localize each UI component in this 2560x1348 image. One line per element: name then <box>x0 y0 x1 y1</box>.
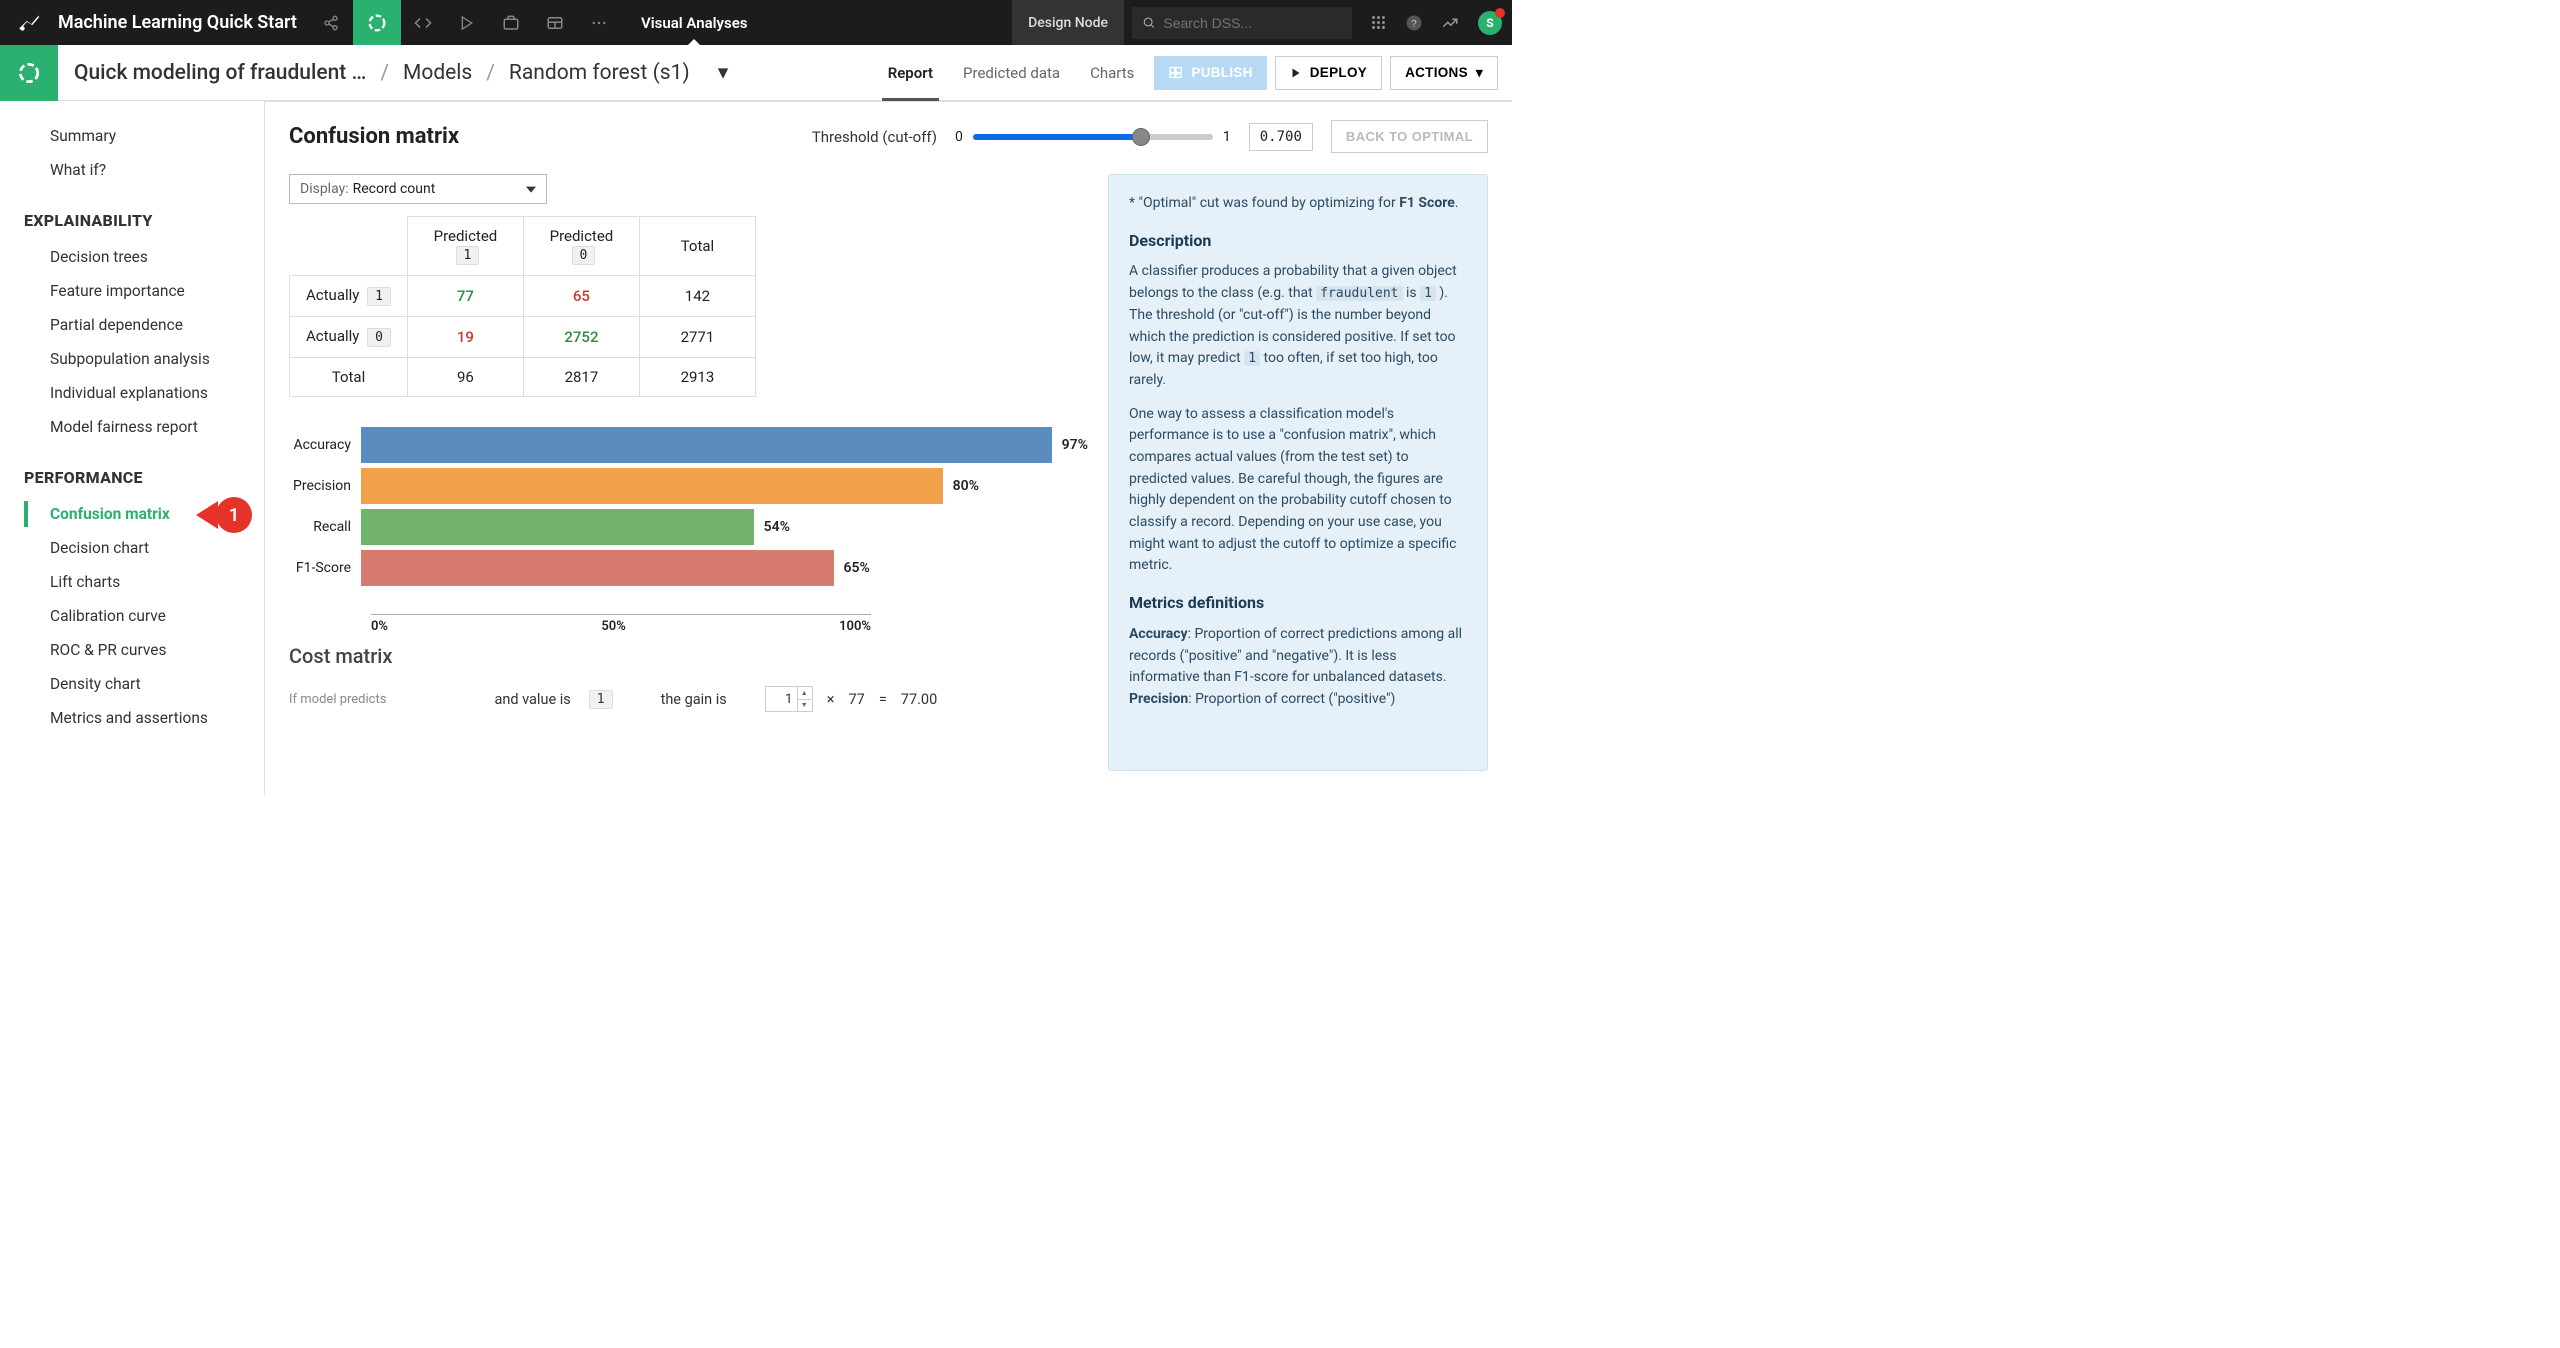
sidenav-individual-explanations[interactable]: Individual explanations <box>0 376 264 410</box>
bar-fill <box>361 427 1052 463</box>
briefcase-icon[interactable] <box>489 0 533 45</box>
bar-pct: 65% <box>844 560 870 576</box>
spinner-up-icon[interactable]: ▲ <box>798 687 811 700</box>
sidenav-summary[interactable]: Summary <box>0 119 264 153</box>
sidenav-metrics-assertions[interactable]: Metrics and assertions <box>0 701 264 735</box>
sidenav-partial-dependence[interactable]: Partial dependence <box>0 308 264 342</box>
cost-matrix-row: If model predicts and value is 1 the gai… <box>289 686 1088 712</box>
deploy-button[interactable]: DEPLOY <box>1275 56 1382 90</box>
bar-pct: 80% <box>953 478 979 494</box>
sidenav-calibration-curve[interactable]: Calibration curve <box>0 599 264 633</box>
info-panel: * "Optimal" cut was found by optimizing … <box>1108 174 1488 771</box>
play-icon[interactable] <box>445 0 489 45</box>
display-select[interactable]: Display: Record count <box>289 174 547 204</box>
share-icon[interactable] <box>309 0 353 45</box>
design-node-chip[interactable]: Design Node <box>1012 0 1124 45</box>
cm-cell: 142 <box>639 276 755 317</box>
trend-icon[interactable] <box>1432 0 1468 45</box>
slider-thumb[interactable] <box>1132 128 1150 146</box>
cm-cell: 2817 <box>523 358 639 397</box>
more-icon[interactable] <box>577 0 621 45</box>
cm-cell: 65 <box>523 276 639 317</box>
row-actually-1: Actually 1 <box>290 276 408 317</box>
threshold-min: 0 <box>955 129 963 145</box>
bar-label: Accuracy <box>289 437 361 453</box>
gain-input[interactable]: 1▲▼ <box>765 686 813 712</box>
threshold-label: Threshold (cut-off) <box>812 128 937 146</box>
sidenav-decision-chart[interactable]: Decision chart <box>0 531 264 565</box>
bar-fill <box>361 550 834 586</box>
sidenav-lift-charts[interactable]: Lift charts <box>0 565 264 599</box>
info-description-h: Description <box>1129 229 1467 254</box>
avatar[interactable]: S <box>1478 11 1502 35</box>
search-icon <box>1142 15 1155 30</box>
chevron-down-icon[interactable]: ▾ <box>718 60 729 85</box>
search-box[interactable] <box>1132 7 1352 39</box>
publish-button[interactable]: PUBLISH <box>1154 56 1266 90</box>
flow-icon[interactable] <box>353 0 401 45</box>
search-input[interactable] <box>1163 15 1342 31</box>
svg-text:?: ? <box>1411 18 1417 29</box>
sidenav-density-chart[interactable]: Density chart <box>0 667 264 701</box>
tab-visual-analyses[interactable]: Visual Analyses <box>621 0 768 45</box>
spinner-down-icon[interactable]: ▼ <box>798 700 811 712</box>
sidenav-section-explainability: EXPLAINABILITY <box>0 187 264 240</box>
subnav-report[interactable]: Report <box>888 46 933 100</box>
row-actually-0: Actually 0 <box>290 317 408 358</box>
crumb-model[interactable]: Random forest (s1) <box>509 61 690 85</box>
sidenav-section-performance: PERFORMANCE <box>0 444 264 497</box>
cm-cell: 2752 <box>523 317 639 358</box>
dashboard-icon[interactable] <box>533 0 577 45</box>
info-metrics-h: Metrics definitions <box>1129 591 1467 616</box>
col-predicted-0: Predicted0 <box>523 217 639 276</box>
display-value: Record count <box>353 181 436 197</box>
sidenav-confusion-matrix[interactable]: Confusion matrix <box>0 497 264 531</box>
bar-pct: 97% <box>1062 437 1088 453</box>
subnav-predicted-data[interactable]: Predicted data <box>963 46 1060 100</box>
project-title: Machine Learning Quick Start <box>58 12 309 33</box>
breadcrumb: Quick modeling of fraudulent … / Models … <box>58 60 728 85</box>
cm-cell: 96 <box>407 358 523 397</box>
sidenav-model-fairness[interactable]: Model fairness report <box>0 410 264 444</box>
back-to-optimal-button[interactable]: BACK TO OPTIMAL <box>1331 120 1488 153</box>
sidenav-feature-importance[interactable]: Feature importance <box>0 274 264 308</box>
code-icon[interactable] <box>401 0 445 45</box>
bar-label: Recall <box>289 519 361 535</box>
bar-label: F1-Score <box>289 560 361 576</box>
cm-cell: 77 <box>407 276 523 317</box>
col-predicted-1: Predicted1 <box>407 217 523 276</box>
bar-pct: 54% <box>764 519 790 535</box>
bar-fill <box>361 468 943 504</box>
metrics-bar-chart: Accuracy 97% Precision 80% Recall 54% F1-Score… <box>289 427 1088 586</box>
apps-icon[interactable] <box>1360 0 1396 45</box>
threshold-max: 1 <box>1223 129 1231 145</box>
help-icon[interactable]: ? <box>1396 0 1432 45</box>
analysis-icon[interactable] <box>0 45 58 101</box>
sidenav-subpopulation[interactable]: Subpopulation analysis <box>0 342 264 376</box>
confusion-matrix-table: Predicted1 Predicted0 Total Actually 1 7… <box>289 216 756 397</box>
cost-matrix-title: Cost matrix <box>289 644 1088 668</box>
cm-cell: 2771 <box>639 317 755 358</box>
threshold-slider[interactable] <box>973 134 1213 140</box>
sidenav-roc-pr[interactable]: ROC & PR curves <box>0 633 264 667</box>
crumb-models[interactable]: Models <box>403 61 472 85</box>
page-title: Confusion matrix <box>289 124 459 149</box>
play-icon <box>1290 67 1302 79</box>
bar-label: Precision <box>289 478 361 494</box>
row-total: Total <box>290 358 408 397</box>
threshold-value[interactable]: 0.700 <box>1249 123 1313 151</box>
sidenav-decision-trees[interactable]: Decision trees <box>0 240 264 274</box>
cm-cell: 2913 <box>639 358 755 397</box>
app-logo[interactable] <box>0 0 58 45</box>
actions-button[interactable]: ACTIONS ▾ <box>1390 56 1498 90</box>
chevron-down-icon: ▾ <box>1476 65 1483 81</box>
subnav-charts[interactable]: Charts <box>1090 46 1134 100</box>
cm-cell: 19 <box>407 317 523 358</box>
crumb-analysis[interactable]: Quick modeling of fraudulent … <box>74 61 366 85</box>
col-total: Total <box>639 217 755 276</box>
bar-fill <box>361 509 754 545</box>
publish-icon <box>1168 65 1183 80</box>
sidenav-what-if[interactable]: What if? <box>0 153 264 187</box>
notification-dot <box>1495 8 1505 18</box>
